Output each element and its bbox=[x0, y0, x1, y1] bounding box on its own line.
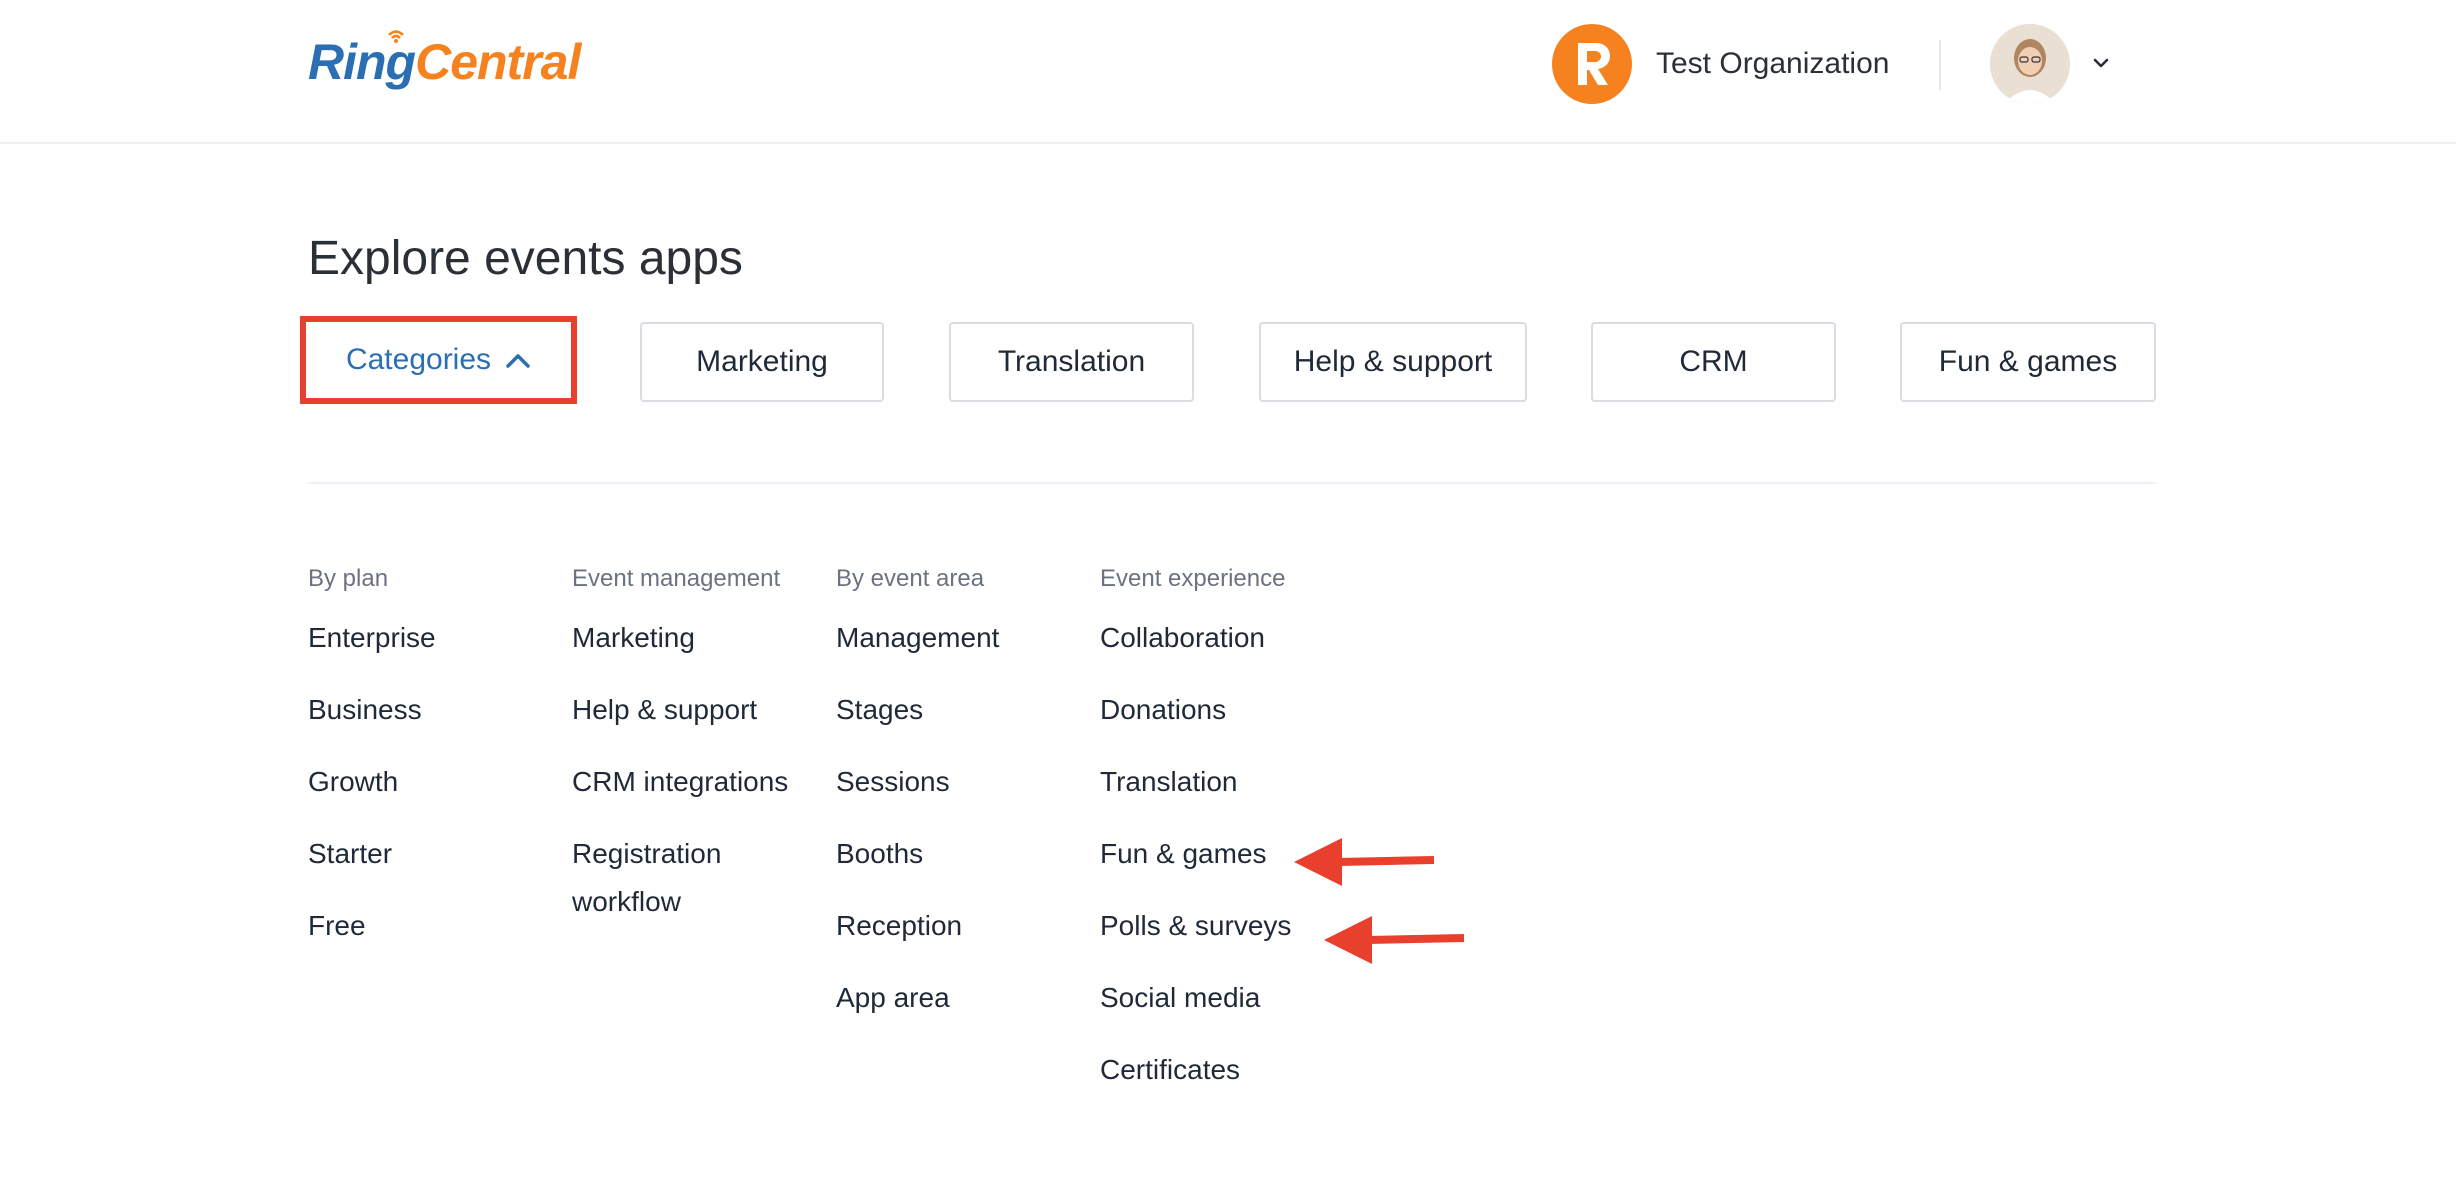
header-divider bbox=[1939, 40, 1941, 90]
category-link[interactable]: Free bbox=[308, 902, 436, 950]
category-link[interactable]: Registration workflow bbox=[572, 830, 812, 926]
category-link[interactable]: Booths bbox=[836, 830, 999, 878]
category-link[interactable]: Help & support bbox=[572, 686, 812, 734]
chip-help-support[interactable]: Help & support bbox=[1259, 322, 1527, 402]
ringcentral-logo[interactable]: RingCentral bbox=[308, 30, 581, 92]
category-link[interactable]: Donations bbox=[1100, 686, 1291, 734]
category-link[interactable]: Business bbox=[308, 686, 436, 734]
category-link[interactable]: App area bbox=[836, 974, 999, 1022]
page-title: Explore events apps bbox=[308, 232, 743, 285]
chevron-down-icon[interactable] bbox=[2090, 52, 2112, 74]
category-link[interactable]: Fun & games bbox=[1100, 830, 1291, 878]
column-heading: By plan bbox=[308, 565, 389, 592]
category-link[interactable]: Stages bbox=[836, 686, 999, 734]
category-link[interactable]: Starter bbox=[308, 830, 436, 878]
category-link[interactable]: Polls & surveys bbox=[1100, 902, 1291, 950]
category-link[interactable]: Marketing bbox=[572, 614, 812, 662]
column-event-management: Event management Marketing Help & suppor… bbox=[572, 560, 812, 950]
divider bbox=[308, 482, 2156, 484]
column-event-experience: Event experience Collaboration Donations… bbox=[1100, 560, 1291, 1118]
category-link[interactable]: Growth bbox=[308, 758, 436, 806]
categories-toggle-button[interactable]: Categories bbox=[300, 316, 577, 404]
r-letter-icon bbox=[1578, 43, 1610, 85]
annotation-arrow-icon bbox=[1324, 916, 1465, 964]
chip-crm[interactable]: CRM bbox=[1591, 322, 1836, 402]
category-link[interactable]: Certificates bbox=[1100, 1046, 1291, 1094]
category-link[interactable]: Collaboration bbox=[1100, 614, 1291, 662]
logo-text-central: Central bbox=[415, 34, 581, 90]
category-link[interactable]: CRM integrations bbox=[572, 758, 812, 806]
category-link[interactable]: Translation bbox=[1100, 758, 1291, 806]
column-by-event-area: By event area Management Stages Sessions… bbox=[836, 560, 999, 1046]
column-heading: By event area bbox=[836, 565, 985, 592]
top-header: RingCentral Test Organization bbox=[0, 0, 2456, 144]
column-by-plan: By plan Enterprise Business Growth Start… bbox=[308, 560, 436, 974]
category-link[interactable]: Management bbox=[836, 614, 999, 662]
category-link[interactable]: Reception bbox=[836, 902, 999, 950]
chip-fun-games[interactable]: Fun & games bbox=[1900, 322, 2156, 402]
r-logo-icon[interactable] bbox=[1552, 24, 1632, 104]
logo-signal-icon bbox=[388, 30, 404, 43]
category-link[interactable]: Sessions bbox=[836, 758, 999, 806]
avatar[interactable] bbox=[1990, 24, 2070, 104]
org-name[interactable]: Test Organization bbox=[1656, 44, 1889, 84]
page: RingCentral Test Organization Explore ev… bbox=[0, 0, 2456, 1194]
column-heading: Event management bbox=[572, 565, 781, 592]
column-heading: Event experience bbox=[1100, 565, 1286, 592]
chevron-up-icon bbox=[506, 354, 530, 368]
chip-translation[interactable]: Translation bbox=[949, 322, 1194, 402]
categories-label: Categories bbox=[345, 343, 492, 376]
annotation-arrow-icon bbox=[1294, 838, 1435, 886]
chip-marketing[interactable]: Marketing bbox=[640, 322, 884, 402]
category-link[interactable]: Social media bbox=[1100, 974, 1291, 1022]
category-link[interactable]: Enterprise bbox=[308, 614, 436, 662]
user-photo-icon bbox=[1990, 24, 2070, 104]
